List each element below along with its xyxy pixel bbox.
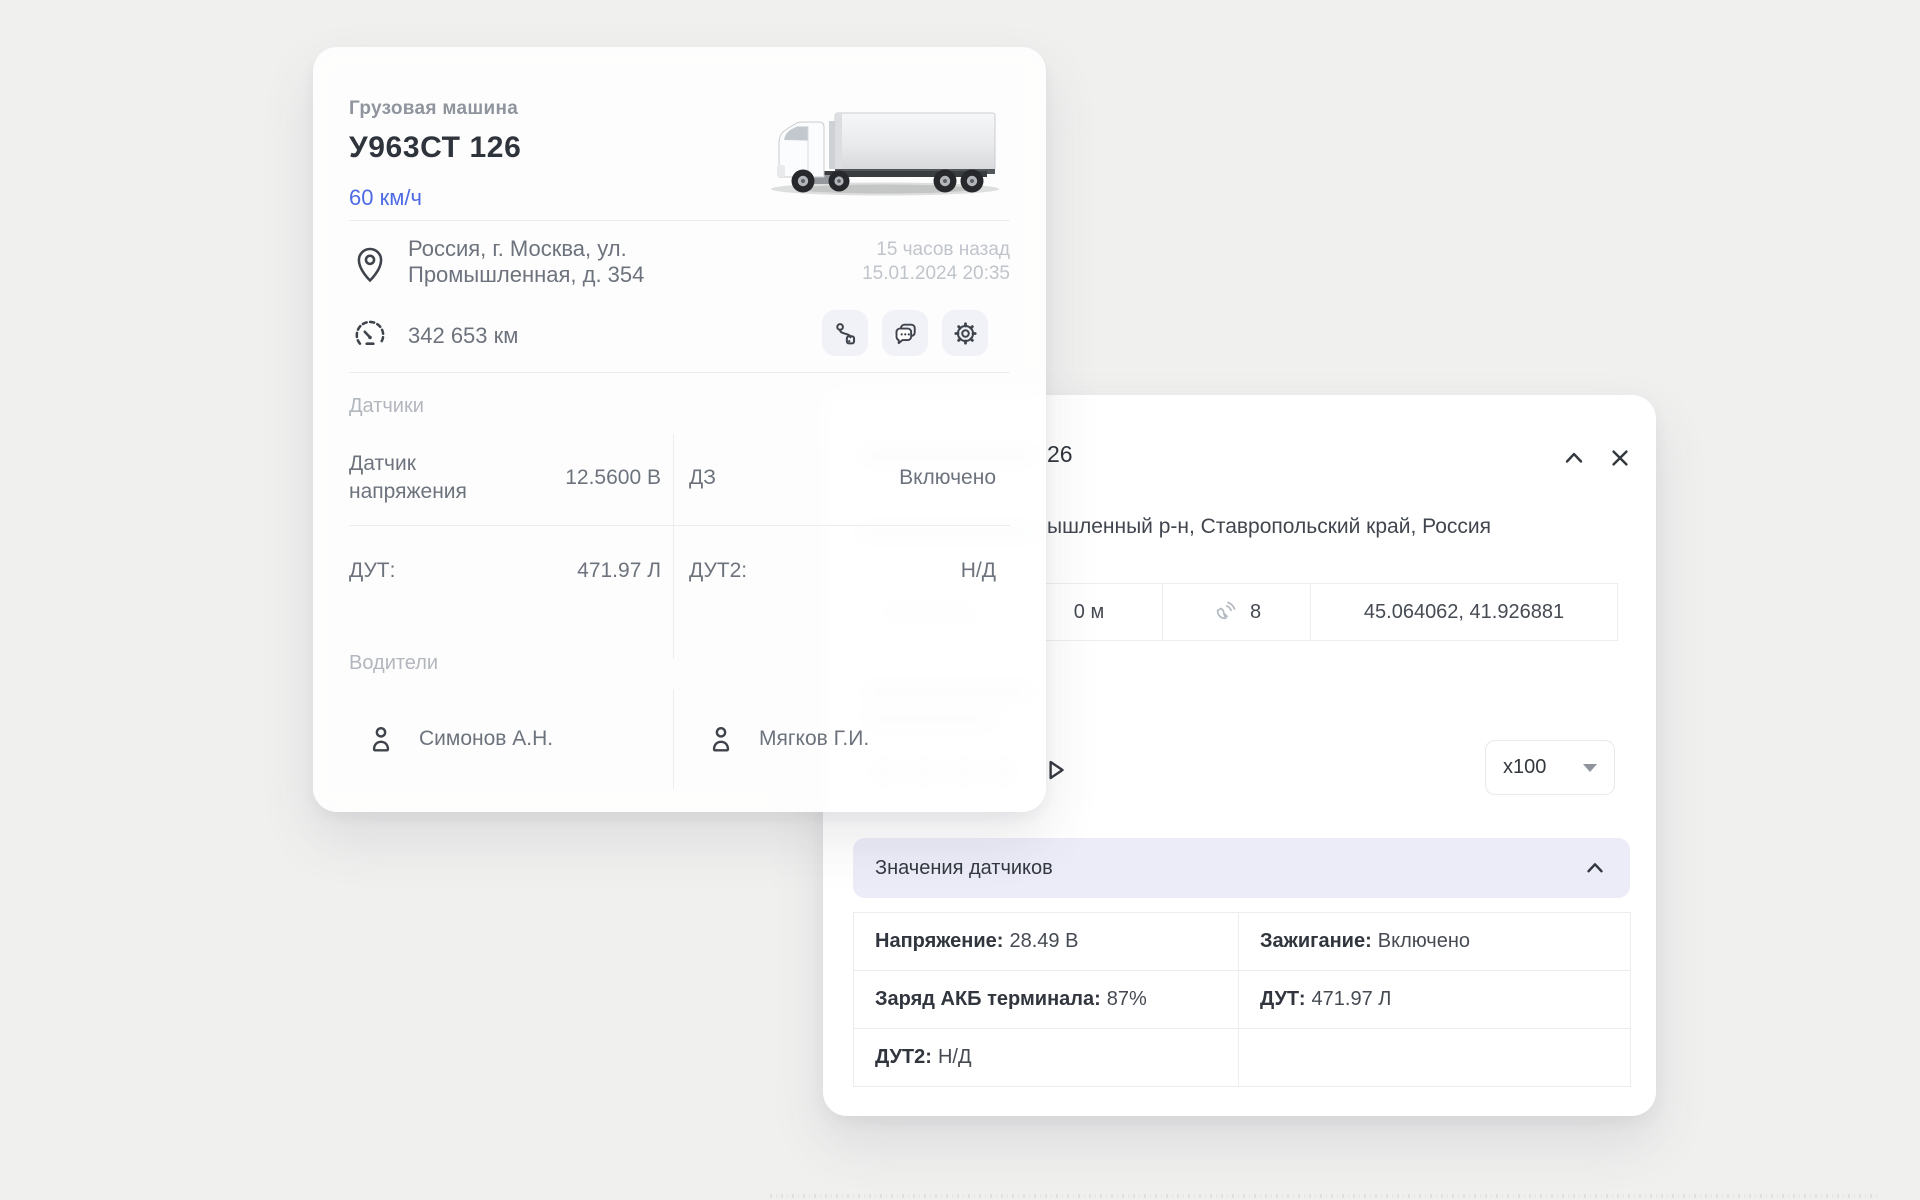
- sensor-label: Датчик напряжения: [349, 450, 509, 506]
- chat-icon: [892, 320, 919, 347]
- drivers-section-title: Водители: [349, 652, 438, 675]
- sensors-grid: Датчик напряжения 12.5600 В ДЗ Включено …: [349, 430, 1010, 663]
- table-cell-empty: [1239, 1029, 1631, 1087]
- table-cell: Заряд АКБ терминала: 87%: [854, 971, 1239, 1029]
- divider: [349, 220, 1010, 221]
- satellite-icon: [1212, 599, 1238, 625]
- driver-item: Симонов А.Н.: [349, 689, 661, 789]
- sensors-section-title: Датчики: [349, 395, 424, 418]
- route-icon: [832, 320, 859, 347]
- cell-label: ДУТ:: [1260, 988, 1306, 1011]
- sensor-label: ДУТ:: [349, 557, 395, 585]
- track-address: ышленный р-н, Ставропольский край, Росси…: [1047, 515, 1491, 539]
- distance-value: 0 м: [1074, 601, 1104, 624]
- speedometer-icon: [352, 317, 388, 353]
- table-cell: ДУТ2: Н/Д: [854, 1029, 1239, 1087]
- time-relative: 15 часов назад: [750, 238, 1010, 262]
- sensor-item: ДЗ Включено: [689, 430, 996, 525]
- location-pin-icon: [352, 243, 388, 285]
- sensor-values-title: Значения датчиков: [875, 857, 1053, 880]
- bottom-artifact: [770, 1194, 1880, 1198]
- vehicle-actions: [822, 310, 988, 356]
- cell-value: Включено: [1378, 930, 1470, 953]
- sensor-label: ДУТ2:: [689, 557, 747, 585]
- gear-icon: [952, 320, 979, 347]
- cell-value: 471.97 Л: [1312, 988, 1392, 1011]
- truck-image: [759, 105, 1011, 201]
- divider: [349, 372, 1010, 373]
- coordinates-value: 45.064062, 41.926881: [1364, 601, 1564, 624]
- cell-value: 28.49 В: [1009, 930, 1078, 953]
- sensor-value: 12.5600 В: [565, 466, 661, 490]
- driver-name: Мягков Г.И.: [759, 727, 869, 751]
- time-datetime: 15.01.2024 20:35: [750, 262, 1010, 286]
- sensor-values-table: Напряжение: 28.49 В Зажигание: Включено За…: [853, 912, 1631, 1087]
- cell-value: 87%: [1107, 988, 1147, 1011]
- vehicle-speed: 60 км/ч: [349, 185, 422, 211]
- collapse-card-button[interactable]: [1556, 441, 1592, 475]
- app-background: 26 ышленный р-н, Ставропольский край, Ро…: [0, 0, 1920, 1200]
- divider: [673, 689, 674, 789]
- playback-speed-value: x100: [1503, 756, 1546, 779]
- sensor-label: ДЗ: [689, 464, 716, 492]
- info-cell-coordinates: 45.064062, 41.926881: [1310, 583, 1618, 641]
- address-line-1: Россия, г. Москва, ул.: [408, 236, 738, 262]
- sensor-values-header[interactable]: Значения датчиков: [853, 838, 1630, 898]
- sensor-item: ДУТ: 471.97 Л: [349, 525, 661, 617]
- sensor-value: 471.97 Л: [577, 559, 661, 583]
- vehicle-address: Россия, г. Москва, ул. Промышленная, д. …: [408, 236, 738, 288]
- playback-speed-select[interactable]: x100: [1485, 740, 1615, 795]
- driver-name: Симонов А.Н.: [419, 727, 553, 751]
- divider: [673, 434, 674, 659]
- person-icon: [365, 723, 397, 755]
- vehicle-type-label: Грузовая машина: [349, 98, 518, 120]
- chat-button[interactable]: [882, 310, 928, 356]
- sensor-item: ДУТ2: Н/Д: [689, 525, 996, 617]
- vehicle-plate: У963СТ 126: [349, 131, 521, 165]
- sensor-item: Датчик напряжения 12.5600 В: [349, 430, 661, 525]
- info-cell-satellites: 8: [1162, 583, 1311, 641]
- cell-label: Заряд АКБ терминала:: [875, 988, 1101, 1011]
- last-update-time: 15 часов назад 15.01.2024 20:35: [750, 238, 1010, 286]
- table-cell: ДУТ: 471.97 Л: [1239, 971, 1631, 1029]
- track-card-title: 26: [1047, 441, 1073, 468]
- address-line-2: Промышленная, д. 354: [408, 262, 738, 288]
- cell-label: ДУТ2:: [875, 1046, 932, 1069]
- sensor-value: Включено: [899, 466, 996, 490]
- odometer-value: 342 653 км: [408, 323, 518, 349]
- table-cell: Зажигание: Включено: [1239, 913, 1631, 971]
- chevron-up-icon: [1560, 444, 1588, 472]
- close-card-button[interactable]: [1602, 441, 1638, 475]
- sensor-value: Н/Д: [961, 559, 996, 583]
- route-button[interactable]: [822, 310, 868, 356]
- driver-item: Мягков Г.И.: [689, 689, 1005, 789]
- person-icon: [705, 723, 737, 755]
- close-icon: [1606, 444, 1634, 472]
- vehicle-card: Грузовая машина У963СТ 126 60 км/ч: [313, 47, 1046, 812]
- table-cell: Напряжение: 28.49 В: [854, 913, 1239, 971]
- cell-value: Н/Д: [938, 1046, 972, 1069]
- cell-label: Зажигание:: [1260, 930, 1372, 953]
- chevron-up-icon: [1582, 855, 1608, 881]
- settings-button[interactable]: [942, 310, 988, 356]
- drivers-list: Симонов А.Н. Мягков Г.И.: [349, 689, 1010, 795]
- satellites-count: 8: [1250, 601, 1261, 624]
- caret-down-icon: [1583, 764, 1597, 772]
- cell-label: Напряжение:: [875, 930, 1003, 953]
